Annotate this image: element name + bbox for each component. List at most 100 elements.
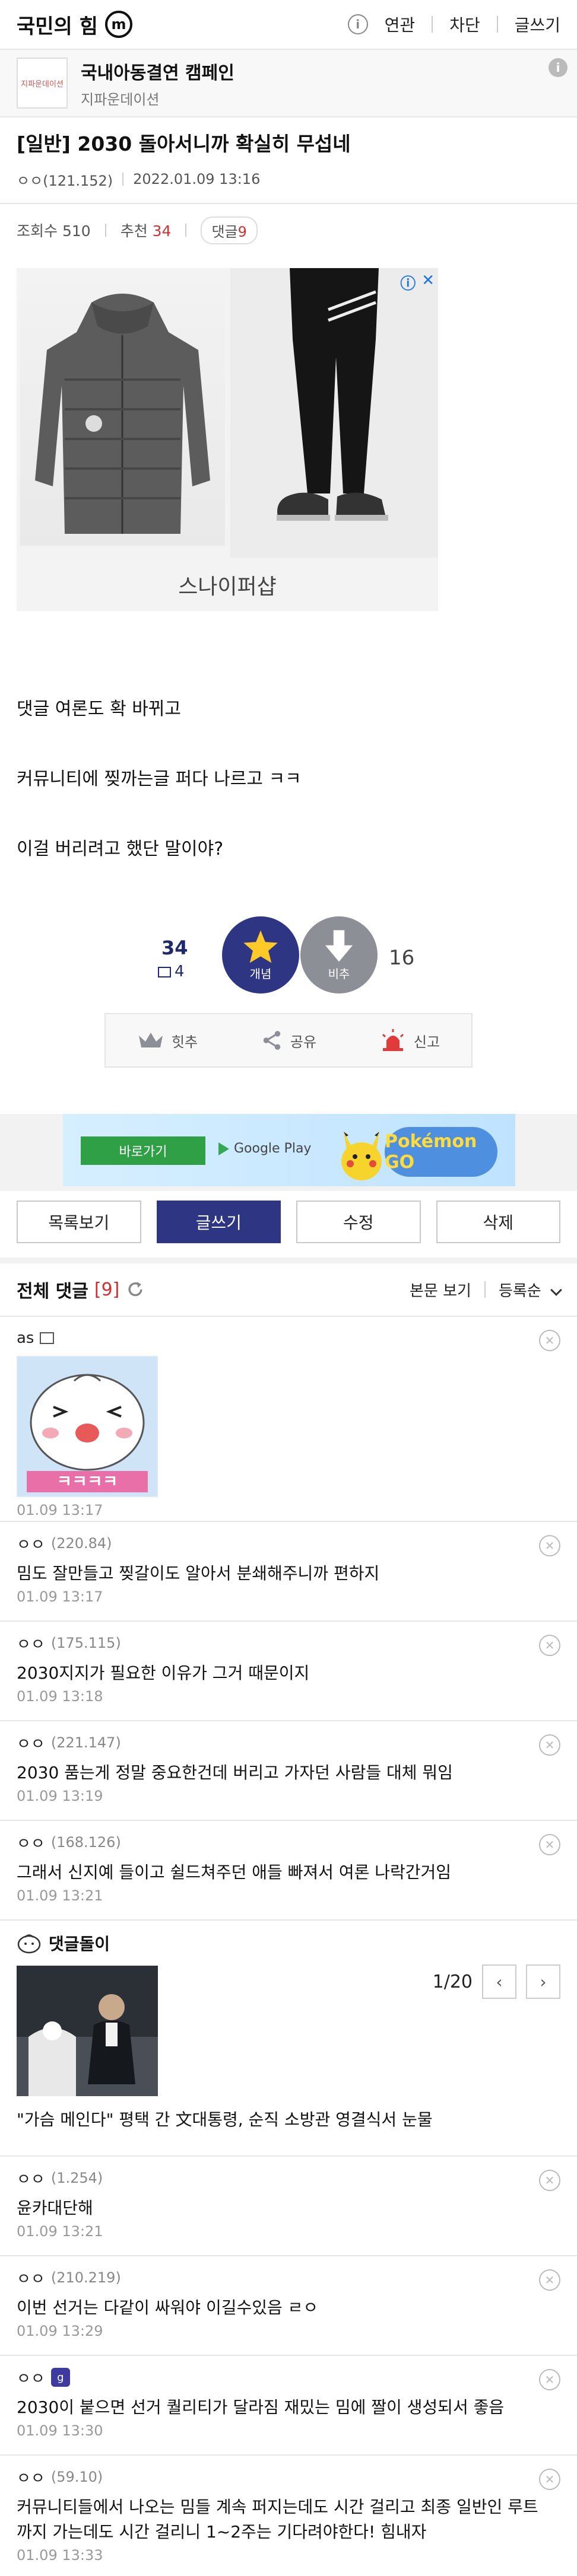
- crown-icon: [138, 1033, 163, 1047]
- close-icon[interactable]: ✕: [539, 2469, 560, 2490]
- comment-author[interactable]: as: [17, 1329, 34, 1347]
- top-bar: 국민의 힘 m i 연관 차단 글쓰기: [0, 0, 577, 50]
- minor-gallery-icon: m: [104, 11, 132, 38]
- comment-author[interactable]: ㅇㅇ: [17, 1732, 45, 1754]
- sponsor-logo: 지파운데이션: [17, 58, 68, 109]
- fixed-nick-icon: [40, 1332, 55, 1344]
- post-button-row: 목록보기 글쓰기 수정 삭제: [17, 1201, 560, 1243]
- close-ad-icon[interactable]: ✕: [421, 272, 435, 294]
- pants-image[interactable]: [230, 268, 438, 558]
- game-banner-ad[interactable]: 바로가기 Google Play Pokémon GO: [63, 1114, 515, 1186]
- comments-controls: 본문 보기 등록순: [410, 1279, 562, 1301]
- shop-name[interactable]: 스나이퍼샵: [17, 559, 438, 611]
- post-meta: ㅇㅇ(121.152) 2022.01.09 13:16: [17, 166, 560, 192]
- divider: [496, 16, 498, 33]
- delete-button[interactable]: 삭제: [436, 1201, 560, 1243]
- comments-count: [9]: [94, 1279, 120, 1300]
- sponsor-title[interactable]: 국내아동결연 캠페인: [81, 58, 234, 84]
- divider: [104, 224, 106, 237]
- comment-time: 01.09 13:33: [17, 2547, 103, 2564]
- news-thumbnail[interactable]: [17, 1966, 158, 2096]
- write-button[interactable]: 글쓰기: [515, 12, 560, 36]
- comment-author-row: ㅇㅇ (59.10): [17, 2465, 560, 2489]
- views-label: 조회수: [17, 222, 58, 240]
- share-label: 공유: [290, 1033, 317, 1050]
- divider: [185, 224, 187, 237]
- post-actions: 힛추 공유 신고: [104, 1013, 473, 1068]
- close-icon[interactable]: ✕: [539, 1834, 560, 1855]
- comment-author[interactable]: ㅇㅇ: [17, 1533, 45, 1555]
- comment-ip: (220.84): [50, 1535, 112, 1552]
- comment-time: 01.09 13:21: [17, 2223, 103, 2240]
- not-recommend-button[interactable]: 비추: [300, 916, 378, 994]
- refresh-icon[interactable]: [125, 1279, 145, 1300]
- comment-author[interactable]: ㅇㅇ: [17, 1632, 45, 1654]
- post-author[interactable]: ㅇㅇ(121.152): [17, 169, 113, 190]
- body-line: 댓글 여론도 확 바뀌고: [17, 699, 182, 719]
- product-ad[interactable]: ⓘ ✕ 스나이퍼샵: [17, 268, 438, 611]
- comment-author[interactable]: ㅇㅇ: [17, 1832, 45, 1854]
- comment-text: 커뮤니티들에서 나오는 밈들 계속 퍼지는데도 시간 걸리고 최종 일반인 루트…: [17, 2497, 538, 2542]
- hitchu-label: 힛추: [171, 1033, 198, 1050]
- banner-go-button[interactable]: 바로가기: [81, 1136, 205, 1165]
- gallery-title[interactable]: 국민의 힘 m: [17, 10, 132, 39]
- comments-title: 전체 댓글: [17, 1281, 88, 1302]
- view-count: 조회수 510: [17, 219, 91, 241]
- comment-item: ㅇㅇ (1.254) 윤카대단해 01.09 13:21 ✕: [0, 2157, 577, 2256]
- comment-text: 2030 품는게 정말 중요한건데 버리고 가자던 사람들 대체 뭐임: [17, 1763, 453, 1782]
- close-icon[interactable]: ✕: [539, 2170, 560, 2191]
- news-caption[interactable]: "가슴 메인다" 평택 간 文대통령, 순직 소방관 영결식서 눈물: [17, 2107, 560, 2131]
- comment-author[interactable]: ㅇㅇ: [17, 2466, 45, 2488]
- sticker-caption: ㅋㅋㅋㅋ: [56, 1472, 118, 1491]
- comment-author[interactable]: ㅇㅇ: [17, 2267, 45, 2289]
- comment-author-row: ㅇㅇ (175.115): [17, 1631, 560, 1655]
- share-button[interactable]: 공유: [261, 1029, 316, 1052]
- hitchu-button[interactable]: 힛추: [137, 1030, 198, 1051]
- related-button[interactable]: 연관: [385, 12, 416, 36]
- sponsor-ad[interactable]: 지파운데이션 국내아동결연 캠페인 지파운데이션 i: [0, 50, 577, 117]
- close-icon[interactable]: ✕: [539, 1330, 560, 1351]
- fixed-rec-value: 4: [175, 963, 185, 980]
- sort-select[interactable]: 등록순: [499, 1279, 562, 1301]
- reply-count-badge[interactable]: 댓글9: [201, 216, 258, 244]
- prev-icon[interactable]: ‹: [482, 1964, 516, 1999]
- close-icon[interactable]: ✕: [539, 2269, 560, 2291]
- comment-author-row: ㅇㅇ (210.219): [17, 2266, 560, 2290]
- edit-button[interactable]: 수정: [296, 1201, 421, 1243]
- write-post-button[interactable]: 글쓰기: [156, 1201, 281, 1243]
- next-icon[interactable]: ›: [526, 1964, 560, 1999]
- comment-time: 01.09 13:18: [17, 1688, 103, 1705]
- report-button[interactable]: 신고: [379, 1029, 440, 1052]
- comment-author[interactable]: ㅇㅇ: [17, 2367, 45, 2389]
- comment-author-row: ㅇㅇ (168.126): [17, 1830, 560, 1854]
- recommend-button[interactable]: 개념: [222, 916, 299, 994]
- close-icon[interactable]: ✕: [539, 1635, 560, 1656]
- post-header: [일반] 2030 돌아서니까 확실히 무섭네 ㅇㅇ(121.152) 2022…: [0, 117, 577, 192]
- comment-text: 윤카대단해: [17, 2198, 93, 2218]
- top-actions: i 연관 차단 글쓰기: [347, 12, 560, 36]
- jacket-image[interactable]: [20, 285, 225, 546]
- ad-info-icon[interactable]: i: [549, 58, 568, 77]
- close-icon[interactable]: ✕: [539, 1734, 560, 1756]
- reply-value: 9: [237, 223, 247, 240]
- comment-item: ㅇㅇ (168.126) 그래서 신지예 들이고 쉴드쳐주던 애들 빠져서 여론…: [0, 1821, 577, 1921]
- share-icon: [263, 1031, 281, 1050]
- list-button[interactable]: 목록보기: [17, 1201, 141, 1243]
- block-button[interactable]: 차단: [449, 12, 480, 36]
- view-body-button[interactable]: 본문 보기: [410, 1279, 471, 1301]
- ad-choices[interactable]: ⓘ ✕: [400, 272, 435, 294]
- adchoices-icon[interactable]: ⓘ: [400, 272, 416, 294]
- info-icon[interactable]: i: [347, 14, 368, 34]
- comments-header: 전체 댓글 [9] 본문 보기 등록순: [0, 1257, 577, 1317]
- recommend-total: 34: [161, 937, 188, 959]
- comment-author[interactable]: ㅇㅇ: [17, 2167, 45, 2189]
- comment-item: ㅇㅇ g 2030이 붙으면 선거 퀄리티가 달라짐 재밌는 밈에 짤이 생성되…: [0, 2356, 577, 2456]
- views-value: 510: [62, 222, 91, 240]
- sticker-image[interactable]: ㅋㅋㅋㅋ: [17, 1356, 158, 1497]
- site-title[interactable]: 국민의 힘: [17, 10, 98, 39]
- comment-ip: (168.126): [50, 1834, 121, 1851]
- close-icon[interactable]: ✕: [539, 2369, 560, 2390]
- divider: [432, 16, 433, 33]
- body-line: 커뮤니티에 찢까는글 퍼다 나르고 ㅋㅋ: [17, 769, 302, 789]
- close-icon[interactable]: ✕: [539, 1535, 560, 1556]
